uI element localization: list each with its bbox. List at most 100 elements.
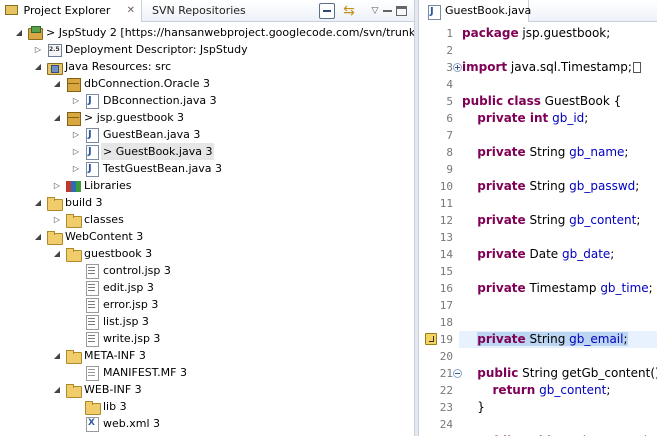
project-icon — [27, 25, 43, 40]
tree-item[interactable]: ◢ META-INF 3 — [0, 347, 414, 364]
tree-item[interactable]: ▷ DBconnection.java 3 — [0, 92, 414, 109]
expanded-arrow-icon[interactable]: ◢ — [52, 75, 62, 92]
tree-item-label: write.jsp 3 — [103, 332, 161, 345]
tree-item-label: build 3 — [65, 196, 103, 209]
tree-item[interactable]: control.jsp 3 — [0, 262, 414, 279]
line-number: 13 — [439, 231, 453, 244]
maximize-icon[interactable] — [396, 6, 407, 16]
line-number: 5 — [446, 95, 453, 108]
collapsed-arrow-icon[interactable]: ▷ — [52, 211, 62, 228]
tree-item-label: Libraries — [84, 179, 132, 192]
tree-item-label: > JspStudy 2 [https://hansanwebproject.g… — [46, 26, 424, 39]
collapsed-arrow-icon[interactable]: ▷ — [71, 160, 81, 177]
code-line: private Date gb_date; — [462, 246, 614, 263]
jsp-file-icon — [84, 263, 100, 279]
selected-keyword-token: private — [477, 332, 526, 346]
tab-guestbook-java[interactable]: GuestBook.java — [419, 0, 532, 22]
tree-item-label: web.xml 3 — [103, 417, 161, 430]
tree-item[interactable]: ◢ build 3 — [0, 194, 414, 211]
expanded-arrow-icon[interactable]: ◢ — [52, 347, 62, 364]
expanded-arrow-icon[interactable]: ◢ — [52, 381, 62, 398]
code-line: public class GuestBook { — [462, 93, 621, 110]
folder-icon — [65, 382, 82, 398]
collapse-fold-icon[interactable] — [453, 369, 462, 378]
tree-item[interactable]: ◢ guestbook 3 — [0, 245, 414, 262]
folder-icon — [84, 399, 101, 415]
minimize-icon[interactable] — [380, 3, 396, 19]
collapsed-arrow-icon[interactable]: ▷ — [71, 126, 81, 143]
java-file-icon — [84, 127, 100, 143]
folder-icon — [46, 229, 63, 245]
expanded-arrow-icon[interactable]: ◢ — [33, 58, 43, 75]
tree-item-label: MANIFEST.MF 3 — [103, 366, 187, 379]
collapsed-arrow-icon[interactable]: ▷ — [52, 177, 62, 194]
tree-item[interactable]: write.jsp 3 — [0, 330, 414, 347]
tree-item[interactable]: ◢ WEB-INF 3 — [0, 381, 414, 398]
tree-item[interactable]: ▷ > GuestBook.java 3 — [0, 143, 414, 160]
tree-item[interactable]: ▷ GuestBean.java 3 — [0, 126, 414, 143]
tree-item[interactable]: lib 3 — [0, 398, 414, 415]
code-line: private String gb_content; — [462, 212, 640, 229]
tree-item-label: guestbook 3 — [84, 247, 153, 260]
selected-field-token: gb_email — [569, 332, 624, 346]
tab-svn-repositories[interactable]: SVN Repositories — [150, 0, 246, 22]
expanded-arrow-icon[interactable]: ◢ — [14, 24, 24, 41]
tree-item-label: Deployment Descriptor: JspStudy — [65, 43, 248, 56]
manifest-file-icon — [84, 365, 100, 381]
selected-token: ; — [623, 332, 628, 346]
line-number: 7 — [446, 129, 453, 142]
code-line: import java.sql.Timestamp; — [462, 59, 641, 76]
folded-imports-icon[interactable] — [632, 62, 641, 73]
tab-project-explorer-label: Project Explorer — [23, 4, 111, 17]
tree-item[interactable]: ◢ dbConnection.Oracle 3 — [0, 75, 414, 92]
keyword-token: public class — [462, 94, 541, 108]
text-token: String — [525, 145, 570, 159]
java-file-icon — [84, 93, 100, 109]
expanded-arrow-icon[interactable]: ◢ — [52, 109, 62, 126]
line-number: 15 — [439, 265, 453, 278]
collapsed-arrow-icon[interactable]: ▷ — [71, 92, 81, 109]
line-number: 6 — [446, 112, 453, 125]
close-tab-icon[interactable]: ✕ — [127, 0, 135, 22]
tree-item[interactable]: web.xml 3 — [0, 415, 414, 432]
expand-fold-icon[interactable] — [453, 63, 462, 72]
text-token: ; — [610, 247, 615, 261]
collapse-all-icon[interactable] — [319, 3, 335, 19]
tree-item[interactable]: ▷ classes — [0, 211, 414, 228]
keyword-token: return — [492, 383, 536, 397]
tree-item[interactable]: ▷ TestGuestBean.java 3 — [0, 160, 414, 177]
tree-item[interactable]: edit.jsp 3 — [0, 279, 414, 296]
occurrence-marker-icon[interactable] — [425, 333, 437, 345]
expanded-arrow-icon[interactable]: ◢ — [52, 245, 62, 262]
tree-item-label: DBconnection.java 3 — [103, 94, 217, 107]
expanded-arrow-icon[interactable]: ◢ — [33, 194, 43, 211]
tree-item[interactable]: ▷ Libraries — [0, 177, 414, 194]
jsp-file-icon — [84, 331, 100, 347]
tree-item[interactable]: ▷ Deployment Descriptor: JspStudy — [0, 41, 414, 58]
tree-item[interactable]: error.jsp 3 — [0, 296, 414, 313]
tree-item[interactable]: ◢ > jsp.guestbook 3 — [0, 109, 414, 126]
link-with-editor-icon[interactable]: ⇆ — [341, 3, 357, 19]
tree-item[interactable]: ◢ > JspStudy 2 [https://hansanwebproject.… — [0, 24, 423, 41]
tab-project-explorer[interactable]: Project Explorer ✕ — [0, 0, 142, 22]
line-number: 11 — [439, 197, 453, 210]
java-editor: GuestBook.java 1234567891011121314151617… — [419, 0, 657, 436]
code-line: return gb_content; — [462, 382, 611, 399]
libraries-icon — [65, 178, 81, 193]
editor-tab-label: GuestBook.java — [445, 4, 532, 17]
package-icon — [65, 76, 81, 92]
line-number: 3 — [446, 61, 453, 74]
collapsed-arrow-icon[interactable]: ▷ — [71, 143, 81, 160]
tree-item[interactable]: ◢ Java Resources: src — [0, 58, 414, 75]
tree-item[interactable]: ◢ WebContent 3 — [0, 228, 414, 245]
expanded-arrow-icon[interactable]: ◢ — [33, 228, 43, 245]
tree-item[interactable]: MANIFEST.MF 3 — [0, 364, 414, 381]
text-token: ; — [636, 213, 641, 227]
tab-svn-repositories-label: SVN Repositories — [152, 4, 246, 17]
tree-item[interactable]: list.jsp 3 — [0, 313, 414, 330]
line-number: 22 — [439, 384, 453, 397]
tree-item-label: edit.jsp 3 — [103, 281, 154, 294]
collapsed-arrow-icon[interactable]: ▷ — [33, 41, 43, 58]
